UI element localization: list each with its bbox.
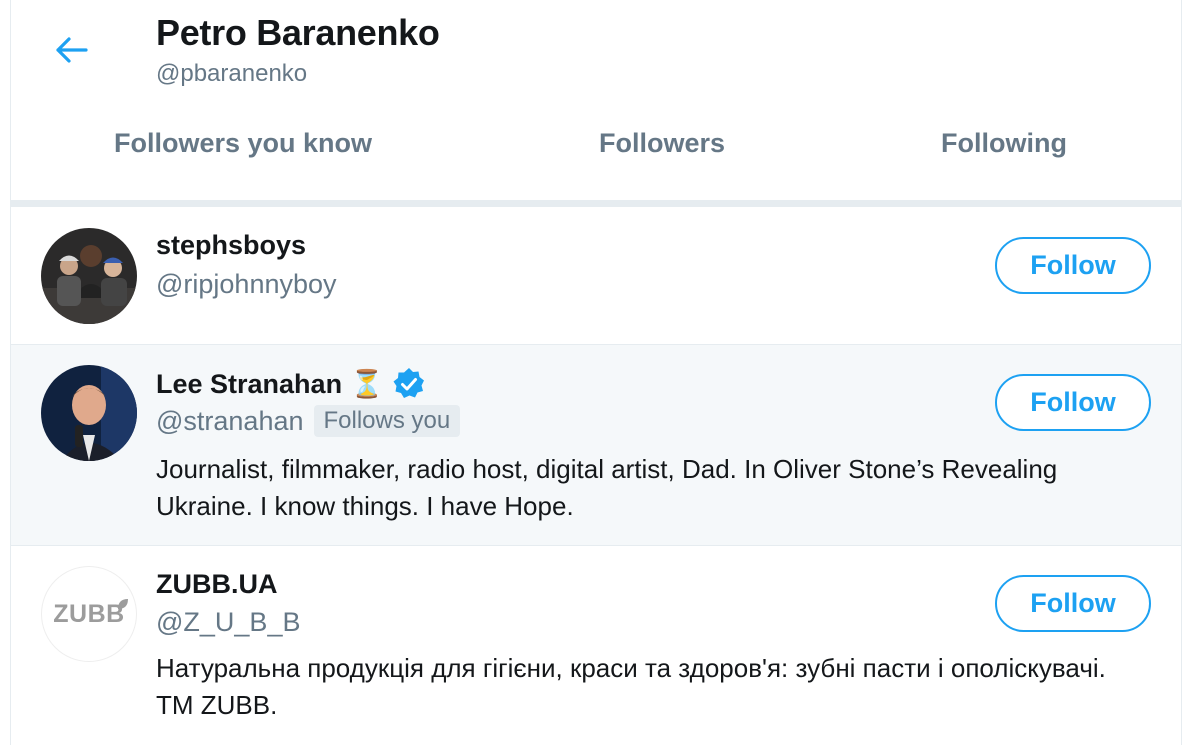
user-handle: @stranahan Follows you [156,405,461,437]
followers-page: Petro Baranenko @pbaranenko Followers yo… [10,0,1182,745]
user-name[interactable]: stephsboys [156,230,306,261]
user-name[interactable]: ZUBB.UA [156,569,278,600]
user-handle: @ripjohnnyboy [156,269,337,300]
avatar[interactable]: ZUBB [41,566,137,662]
avatar[interactable] [41,228,137,324]
follow-button[interactable]: Follow [995,237,1151,294]
user-name[interactable]: Lee Stranahan ⏳ [156,367,426,401]
user-row[interactable]: ZUBB ZUBB.UA @Z_U_B_B Натуральна продукц… [11,546,1181,745]
back-button[interactable] [47,28,95,72]
user-handle-text: @ripjohnnyboy [156,269,337,299]
tab-followers[interactable]: Followers [599,128,725,159]
leaf-icon [118,599,128,609]
user-handle-text: @Z_U_B_B [156,607,301,637]
zubb-logo: ZUBB [53,599,125,628]
user-name-text: ZUBB.UA [156,569,278,599]
avatar[interactable] [41,365,137,461]
profile-handle: @pbaranenko [156,60,308,87]
user-handle: @Z_U_B_B [156,607,300,638]
profile-name: Petro Baranenko [156,12,440,53]
tab-followers-you-know[interactable]: Followers you know [114,128,372,159]
user-row[interactable]: stephsboys @ripjohnnyboy Follow [11,207,1181,345]
user-bio: Journalist, filmmaker, radio host, digit… [156,454,1058,521]
user-name-text: Lee Stranahan [156,368,343,399]
follows-you-badge: Follows you [313,405,461,437]
user-handle-text: @stranahan [156,405,304,436]
tab-following[interactable]: Following [941,128,1067,159]
user-bio: Натуральна продукція для гігієни, краси … [156,653,1106,720]
arrow-left-icon [56,37,88,63]
page-header: Petro Baranenko @pbaranenko Followers yo… [11,0,1181,205]
follow-button[interactable]: Follow [995,374,1151,431]
header-divider [11,200,1181,207]
user-name-text: stephsboys [156,230,307,260]
user-row[interactable]: Lee Stranahan ⏳ @stranahan Follows you J… [11,345,1181,546]
tab-bar: Followers you know Followers Following [11,128,1181,176]
hourglass-emoji: ⏳ [350,369,384,399]
verified-badge-icon [393,368,424,398]
follow-button[interactable]: Follow [995,575,1151,632]
